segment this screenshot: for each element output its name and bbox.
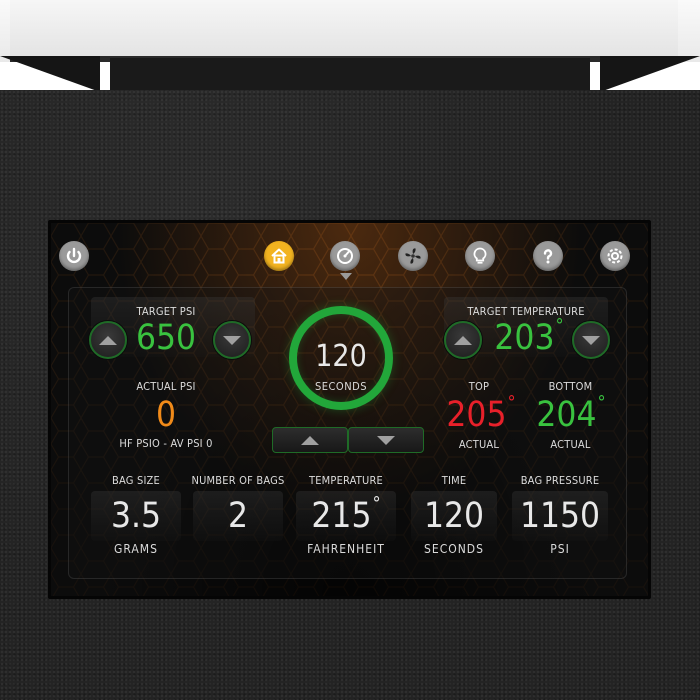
arrow-down-icon xyxy=(377,435,395,445)
power-icon[interactable] xyxy=(59,241,89,271)
target-temp-deg: ° xyxy=(555,315,564,336)
time-label: TIME xyxy=(441,474,467,487)
target-psi-up-button[interactable] xyxy=(89,321,127,359)
arrow-up-icon xyxy=(301,435,319,445)
timer-value: 120 xyxy=(315,339,367,374)
num-bags-label: NUMBER OF BAGS xyxy=(191,474,285,487)
top-temp-value: 205 xyxy=(446,395,507,435)
gauge-icon[interactable] xyxy=(330,241,360,271)
arrow-down-icon xyxy=(582,335,600,345)
target-temp-label: TARGET TEMPERATURE xyxy=(467,305,585,318)
temperature-label: TEMPERATURE xyxy=(308,474,383,487)
fan-icon[interactable] xyxy=(398,241,428,271)
bottom-temp-value-wrap: 204° xyxy=(531,394,611,435)
target-temp-value: 203 xyxy=(494,318,555,358)
touch-screen: TARGET PSI 650 ACTUAL PSI 0 HF PSIO - AV… xyxy=(51,223,648,596)
top-temp-sub: ACTUAL xyxy=(458,438,500,451)
bottom-temp-value: 204 xyxy=(536,395,597,435)
target-psi-value: 650 xyxy=(135,318,197,358)
bag-size-value[interactable]: 3.5 xyxy=(91,499,181,534)
time-value[interactable]: 120 xyxy=(411,499,497,534)
home-icon[interactable] xyxy=(264,241,294,271)
bottom-temp-deg: ° xyxy=(597,392,606,413)
bag-pressure-value[interactable]: 1150 xyxy=(512,499,608,534)
device-neck xyxy=(110,58,590,90)
timer-unit: SECONDS xyxy=(314,380,368,393)
actual-psi-label: ACTUAL PSI xyxy=(136,380,196,393)
device-bracket-left xyxy=(0,56,100,92)
timer-down-button[interactable] xyxy=(348,427,424,453)
gauge-pointer-icon xyxy=(340,273,352,280)
arrow-down-icon xyxy=(223,335,241,345)
bottom-temp-label: BOTTOM xyxy=(548,380,593,393)
time-unit: SECONDS xyxy=(424,542,484,556)
help-icon[interactable] xyxy=(533,241,563,271)
num-bags-value[interactable]: 2 xyxy=(193,499,283,534)
bottom-temp-sub: ACTUAL xyxy=(550,438,591,451)
bag-pressure-unit: PSI xyxy=(550,542,570,556)
device-bracket-right xyxy=(600,56,700,92)
device-top-plate xyxy=(0,0,700,62)
target-temp-down-button[interactable] xyxy=(572,321,610,359)
top-temp-deg: ° xyxy=(507,392,516,413)
actual-psi-sub: HF PSIO - AV PSI 0 xyxy=(119,437,213,450)
target-temp-value-wrap: 203° xyxy=(489,317,569,358)
target-temp-up-button[interactable] xyxy=(444,321,482,359)
arrow-up-icon xyxy=(454,335,472,345)
top-temp-label: TOP xyxy=(468,380,490,393)
bag-size-unit: GRAMS xyxy=(114,542,158,556)
arrow-up-icon xyxy=(99,335,117,345)
actual-psi-value: 0 xyxy=(155,395,177,435)
temperature-deg: ° xyxy=(372,493,381,514)
settings-icon[interactable] xyxy=(600,241,630,271)
target-psi-label: TARGET PSI xyxy=(136,305,196,318)
bag-pressure-label: BAG PRESSURE xyxy=(520,474,600,487)
bag-size-label: BAG SIZE xyxy=(111,474,160,487)
top-temp-value-wrap: 205° xyxy=(441,394,521,435)
temperature-unit: FAHRENHEIT xyxy=(307,542,385,556)
temperature-value: 215 xyxy=(311,496,372,536)
target-psi-down-button[interactable] xyxy=(213,321,251,359)
lightbulb-icon[interactable] xyxy=(465,241,495,271)
device-top-face xyxy=(10,0,678,58)
timer-up-button[interactable] xyxy=(272,427,348,453)
temperature-value-wrap[interactable]: 215° xyxy=(296,495,396,536)
